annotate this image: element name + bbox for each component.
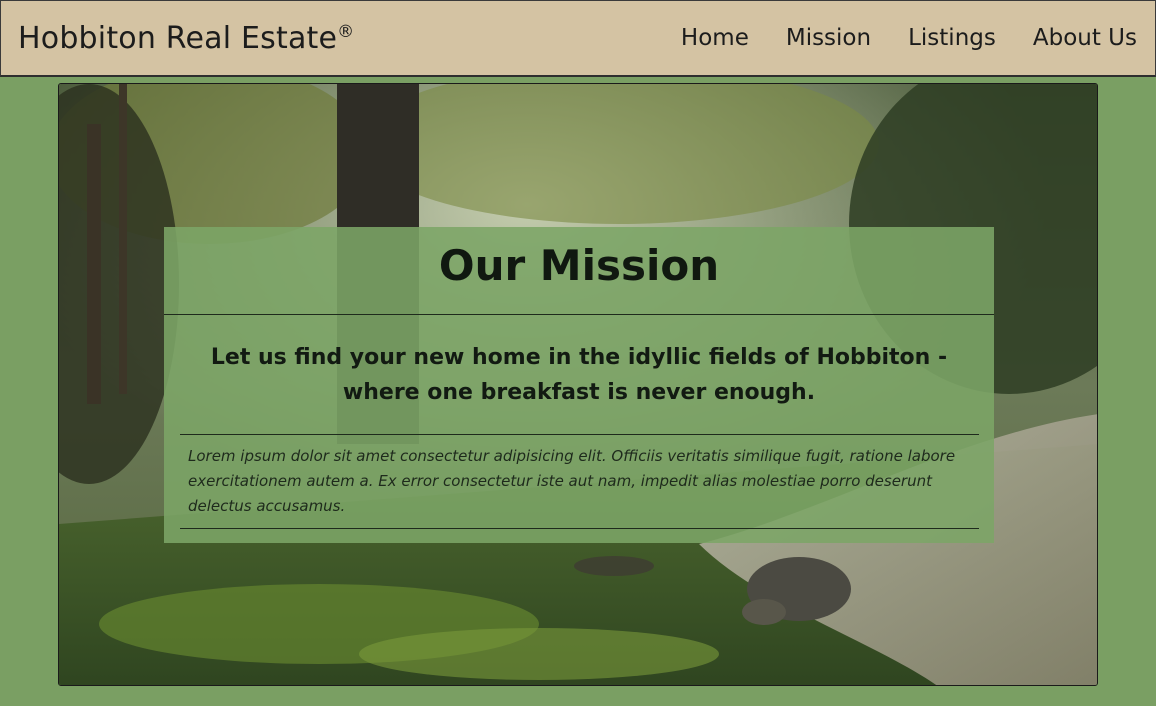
mission-card: Our Mission Let us find your new home in… [164, 227, 994, 543]
mission-body-text: Lorem ipsum dolor sit amet consectetur a… [180, 434, 979, 529]
hero-section: Our Mission Let us find your new home in… [58, 83, 1098, 686]
brand-name: Hobbiton Real Estate [18, 20, 338, 56]
nav-link-about-us[interactable]: About Us [1033, 25, 1137, 51]
mission-title: Our Mission [164, 227, 994, 315]
registered-mark: ® [337, 21, 355, 42]
nav-links: Home Mission Listings About Us [681, 25, 1137, 51]
mission-tagline: Let us find your new home in the idyllic… [210, 345, 948, 405]
top-navbar: Hobbiton Real Estate® Home Mission Listi… [0, 0, 1156, 77]
nav-link-home[interactable]: Home [681, 25, 749, 51]
brand-logo[interactable]: Hobbiton Real Estate® [18, 21, 354, 56]
nav-link-listings[interactable]: Listings [908, 25, 996, 51]
nav-link-mission[interactable]: Mission [786, 25, 871, 51]
